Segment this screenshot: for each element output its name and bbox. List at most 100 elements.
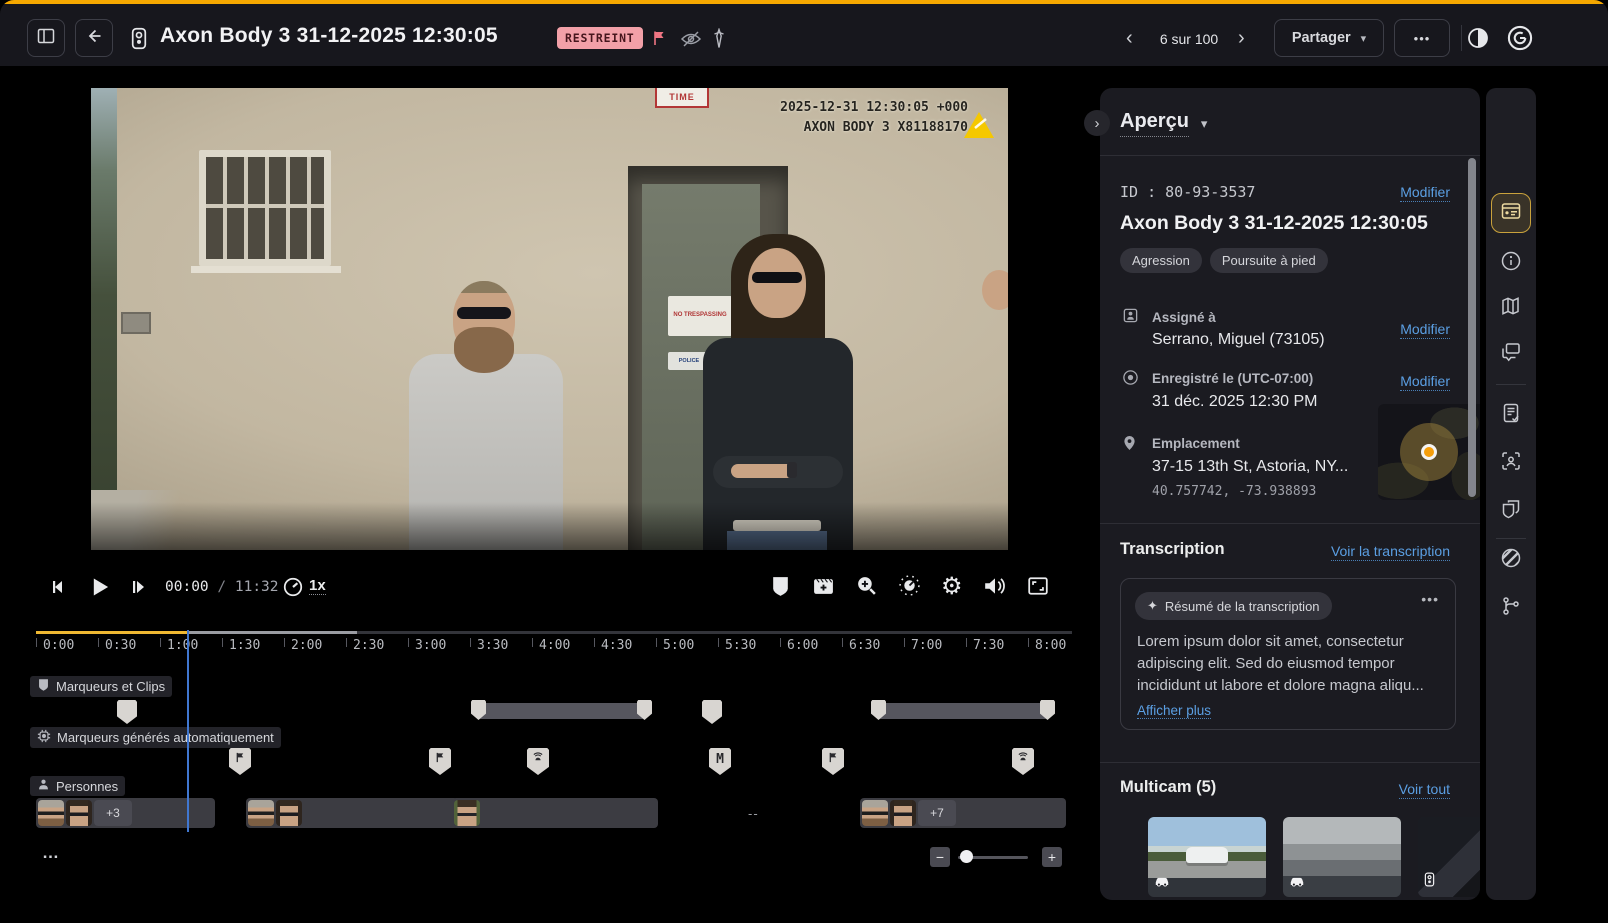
- playback-speed-button[interactable]: 1x: [309, 577, 326, 595]
- panel-scrollbar[interactable]: [1468, 158, 1476, 497]
- person-track-gap: --: [748, 806, 759, 821]
- timeline-zoom-slider-handle[interactable]: [960, 850, 973, 863]
- multicam-thumbnail-bodycam[interactable]: [1418, 817, 1480, 897]
- info-icon: [1500, 250, 1522, 277]
- zoom-in-button[interactable]: [855, 574, 878, 597]
- person-track-bar[interactable]: +7: [860, 798, 1066, 828]
- pin-icon[interactable]: [712, 28, 726, 54]
- clip-segment[interactable]: [478, 703, 645, 719]
- person-track-bar[interactable]: [246, 798, 458, 828]
- show-more-link[interactable]: Afficher plus: [1137, 703, 1211, 719]
- timeline-overflow-button[interactable]: …: [42, 843, 61, 863]
- edit-assignee-link[interactable]: Modifier: [1400, 321, 1450, 339]
- back-button[interactable]: [75, 19, 113, 57]
- time-display: 00:00 / 11:32: [165, 579, 279, 595]
- next-evidence-button[interactable]: ›: [1238, 28, 1245, 48]
- clip-handle[interactable]: [471, 700, 486, 720]
- auto-marker-flag-icon[interactable]: [429, 748, 451, 775]
- tab-overview[interactable]: [1491, 193, 1531, 233]
- tab-evidence-shields[interactable]: [1500, 500, 1522, 522]
- volume-button[interactable]: [983, 576, 1007, 596]
- tab-face-detection[interactable]: [1500, 452, 1522, 474]
- chevron-down-icon[interactable]: ▾: [1201, 116, 1208, 132]
- edit-recorded-link[interactable]: Modifier: [1400, 373, 1450, 391]
- summary-menu-button[interactable]: •••: [1421, 591, 1439, 607]
- clip-segment[interactable]: [878, 703, 1048, 719]
- auto-marker-flag-icon[interactable]: [822, 748, 844, 775]
- rail-divider: [1496, 384, 1526, 385]
- brightness-dial-icon[interactable]: [898, 574, 921, 597]
- add-marker-button[interactable]: [770, 575, 791, 598]
- location-map-thumbnail[interactable]: [1378, 404, 1480, 500]
- auto-marker-siren-icon[interactable]: [527, 748, 549, 775]
- clip-handle[interactable]: [1040, 700, 1055, 720]
- auto-marker-siren-icon[interactable]: [1012, 748, 1034, 775]
- clip-marker[interactable]: [702, 700, 722, 724]
- multicam-thumbnail-dashcam-1[interactable]: [1148, 817, 1266, 897]
- video-bottom-fade: [91, 502, 1008, 550]
- clip-handle[interactable]: [637, 700, 652, 720]
- contrast-toggle-icon[interactable]: [1466, 26, 1490, 55]
- tick-mark: [904, 638, 905, 647]
- step-backward-button[interactable]: [47, 577, 69, 597]
- view-all-multicam-link[interactable]: Voir tout: [1399, 781, 1450, 799]
- person-face-thumbnail[interactable]: [248, 800, 274, 826]
- overview-card-icon: [1500, 200, 1522, 227]
- play-button[interactable]: [86, 574, 112, 600]
- auto-marker-flag-icon[interactable]: [229, 748, 251, 775]
- person-face-thumbnail[interactable]: [276, 800, 302, 826]
- person-more-chip[interactable]: +7: [918, 800, 956, 826]
- tab-relationships[interactable]: [1500, 597, 1522, 619]
- edit-id-link[interactable]: Modifier: [1400, 184, 1450, 202]
- collapse-panel-button[interactable]: ›: [1084, 110, 1110, 136]
- topbar: Axon Body 3 31-12-2025 12:30:05 RESTREIN…: [0, 4, 1608, 66]
- tick-mark: [718, 638, 719, 647]
- create-clip-button[interactable]: [812, 576, 835, 597]
- clip-handle[interactable]: [871, 700, 886, 720]
- tick-label: 6:30: [849, 638, 880, 653]
- tab-comments[interactable]: [1500, 343, 1522, 365]
- step-forward-button[interactable]: [127, 577, 149, 597]
- tag-pill[interactable]: Poursuite à pied: [1210, 248, 1328, 273]
- transcript-doc-icon: [1500, 402, 1522, 429]
- share-button[interactable]: Partager ▾: [1274, 19, 1384, 57]
- auto-marker-m-icon[interactable]: M: [709, 748, 731, 775]
- prev-evidence-button[interactable]: ‹: [1126, 28, 1133, 48]
- flag-icon[interactable]: [651, 29, 669, 52]
- summary-pill[interactable]: ✦ Résumé de la transcription: [1135, 592, 1332, 620]
- timeline-playhead[interactable]: [187, 630, 189, 832]
- timeline-zoom-in-button[interactable]: +: [1042, 847, 1062, 867]
- tag-pill[interactable]: Agression: [1120, 248, 1202, 273]
- person-face-thumbnail[interactable]: [454, 800, 480, 826]
- eye-off-icon[interactable]: [680, 30, 702, 53]
- tab-redaction[interactable]: [1500, 549, 1522, 571]
- tab-info[interactable]: [1500, 252, 1522, 274]
- tab-transcript[interactable]: [1500, 404, 1522, 426]
- face-scan-icon: [1500, 450, 1522, 477]
- person-more-chip[interactable]: +3: [94, 800, 132, 826]
- split-panel-icon: [36, 26, 56, 51]
- map-location-dot: [1421, 444, 1437, 460]
- more-actions-button[interactable]: •••: [1394, 19, 1450, 57]
- location-label: Emplacement: [1152, 436, 1240, 451]
- person-face-thumbnail[interactable]: [890, 800, 916, 826]
- multicam-thumbnail-dashcam-2[interactable]: [1283, 817, 1401, 897]
- view-transcription-link[interactable]: Voir la transcription: [1331, 543, 1450, 561]
- timeline-zoom-out-button[interactable]: −: [930, 847, 950, 867]
- clip-marker[interactable]: [117, 700, 137, 724]
- playback-speed-gauge-icon[interactable]: [282, 576, 304, 598]
- panel-view-selector[interactable]: Aperçu: [1120, 110, 1189, 137]
- toggle-sidebar-button[interactable]: [27, 19, 65, 57]
- page-title: Axon Body 3 31-12-2025 12:30:05: [160, 24, 498, 48]
- person-track-bar[interactable]: [452, 798, 658, 828]
- person-face-thumbnail[interactable]: [862, 800, 888, 826]
- settings-gear-icon[interactable]: ⚙: [941, 572, 963, 601]
- bodycam-icon: [131, 27, 147, 55]
- map-icon: [1500, 295, 1522, 322]
- person-face-thumbnail[interactable]: [66, 800, 92, 826]
- video-player-viewport[interactable]: TIME NO TRESPASSING POLICE 2025-12-31 12…: [91, 88, 1008, 550]
- fullscreen-button[interactable]: [1027, 576, 1049, 596]
- tab-map[interactable]: [1500, 297, 1522, 319]
- person-face-thumbnail[interactable]: [38, 800, 64, 826]
- panel-divider: [1100, 155, 1480, 156]
